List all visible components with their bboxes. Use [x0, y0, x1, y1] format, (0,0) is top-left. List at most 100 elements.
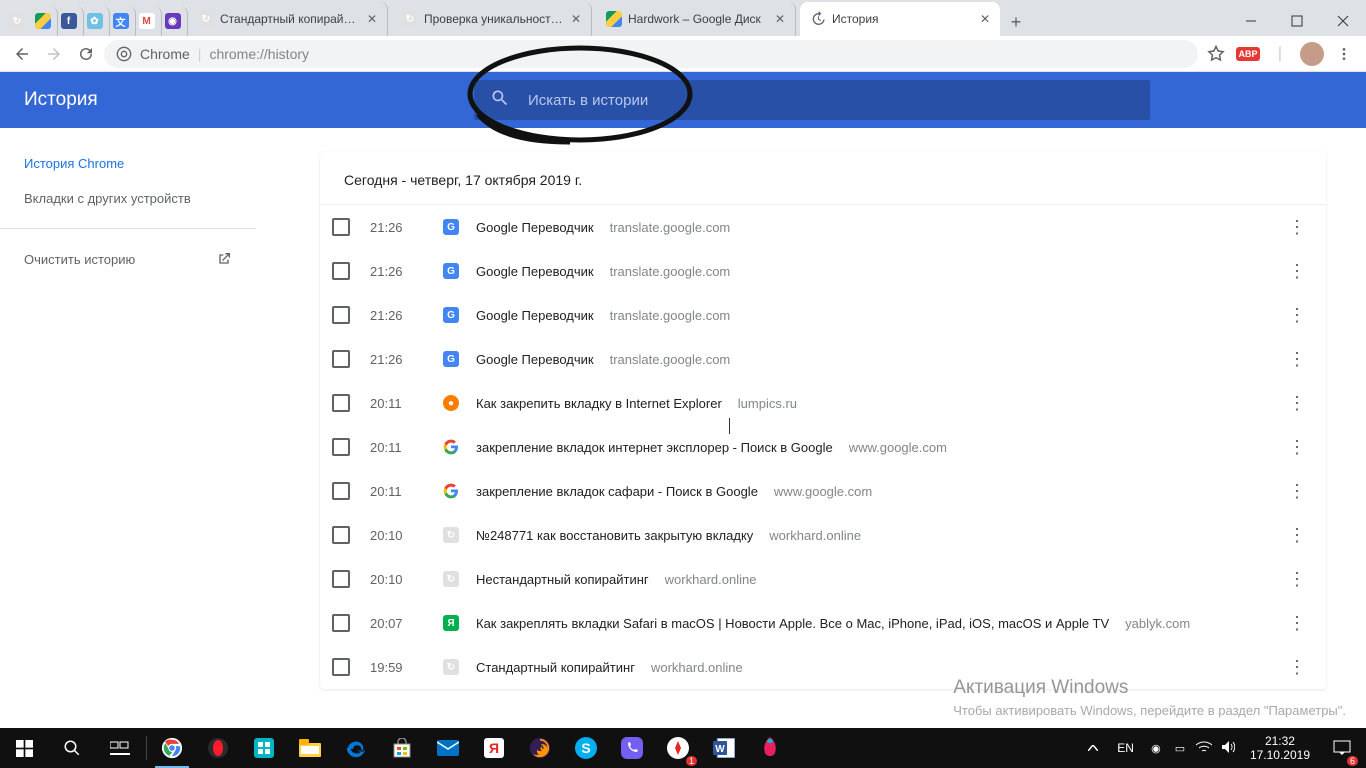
tray-expand-button[interactable]: [1081, 728, 1105, 768]
row-menu-button[interactable]: ⋮: [1284, 261, 1310, 282]
history-row[interactable]: 20:07ЯКак закреплять вкладки Safari в ma…: [320, 601, 1326, 645]
new-tab-button[interactable]: +: [1002, 8, 1030, 36]
history-row[interactable]: 21:26GGoogle Переводчикtranslate.google.…: [320, 337, 1326, 381]
profile-avatar[interactable]: [1298, 40, 1326, 68]
row-title[interactable]: Google Переводчик: [476, 220, 594, 235]
taskbar-yandex-browser[interactable]: 1: [655, 728, 701, 768]
taskbar-msstore[interactable]: [379, 728, 425, 768]
row-title[interactable]: №248771 как восстановить закрытую вкладк…: [476, 528, 753, 543]
browser-tab[interactable]: ↻ Проверка уникальности дл ✕: [392, 2, 592, 36]
taskbar-explorer[interactable]: [287, 728, 333, 768]
row-menu-button[interactable]: ⋮: [1284, 613, 1310, 634]
search-input[interactable]: [528, 92, 1134, 109]
site-favicon: G: [442, 262, 460, 280]
taskbar-search-button[interactable]: [48, 728, 96, 768]
abp-icon[interactable]: ABP: [1234, 40, 1262, 68]
taskbar-paint3d[interactable]: [747, 728, 793, 768]
task-view-button[interactable]: [96, 728, 144, 768]
row-title[interactable]: Как закрепить вкладку в Internet Explore…: [476, 396, 722, 411]
browser-tab[interactable]: ↻ Стандартный копирайтинг ✕: [188, 2, 388, 36]
close-icon[interactable]: ✕: [367, 12, 377, 26]
sidebar-item-tabs-other[interactable]: Вкладки с других устройств: [0, 181, 256, 216]
row-menu-button[interactable]: ⋮: [1284, 217, 1310, 238]
action-center-button[interactable]: 6: [1322, 728, 1362, 768]
row-menu-button[interactable]: ⋮: [1284, 349, 1310, 370]
row-checkbox[interactable]: [332, 614, 350, 632]
chrome-menu-button[interactable]: [1330, 40, 1358, 68]
row-checkbox[interactable]: [332, 350, 350, 368]
row-title[interactable]: Google Переводчик: [476, 264, 594, 279]
taskbar-edge[interactable]: [333, 728, 379, 768]
star-icon[interactable]: [1202, 40, 1230, 68]
browser-tab[interactable]: Hardwork – Google Диск ✕: [596, 2, 796, 36]
start-button[interactable]: [0, 728, 48, 768]
tray-location-icon[interactable]: ◉: [1146, 742, 1166, 755]
row-checkbox[interactable]: [332, 306, 350, 324]
taskbar-opera[interactable]: [195, 728, 241, 768]
back-button[interactable]: [8, 40, 36, 68]
row-checkbox[interactable]: [332, 218, 350, 236]
tray-battery-icon[interactable]: ▭: [1170, 742, 1190, 755]
row-checkbox[interactable]: [332, 394, 350, 412]
history-row[interactable]: 21:26GGoogle Переводчикtranslate.google.…: [320, 205, 1326, 249]
taskbar-skype[interactable]: S: [563, 728, 609, 768]
history-search[interactable]: [474, 80, 1150, 120]
history-row[interactable]: 21:26GGoogle Переводчикtranslate.google.…: [320, 293, 1326, 337]
close-icon[interactable]: ✕: [980, 12, 990, 26]
history-row[interactable]: 21:26GGoogle Переводчикtranslate.google.…: [320, 249, 1326, 293]
row-menu-button[interactable]: ⋮: [1284, 525, 1310, 546]
row-checkbox[interactable]: [332, 570, 350, 588]
row-domain: workhard.online: [769, 528, 1284, 543]
taskbar-firefox[interactable]: [517, 728, 563, 768]
row-menu-button[interactable]: ⋮: [1284, 657, 1310, 678]
row-checkbox[interactable]: [332, 526, 350, 544]
row-checkbox[interactable]: [332, 438, 350, 456]
taskbar-word[interactable]: W: [701, 728, 747, 768]
history-row[interactable]: 20:10↻№248771 как восстановить закрытую …: [320, 513, 1326, 557]
taskbar-mail[interactable]: [425, 728, 471, 768]
forward-button[interactable]: [40, 40, 68, 68]
row-checkbox[interactable]: [332, 482, 350, 500]
history-header: История: [0, 72, 1366, 128]
taskbar-clock[interactable]: 21:32 17.10.2019: [1242, 734, 1318, 763]
history-row[interactable]: 20:10↻Нестандартный копирайтингworkhard.…: [320, 557, 1326, 601]
row-title[interactable]: Google Переводчик: [476, 308, 594, 323]
history-row[interactable]: 20:11●Как закрепить вкладку в Internet E…: [320, 381, 1326, 425]
taskbar-store[interactable]: [241, 728, 287, 768]
browser-tab-active[interactable]: История ✕: [800, 2, 1000, 36]
row-title[interactable]: Как закреплять вкладки Safari в macOS | …: [476, 616, 1109, 631]
tray-wifi-icon[interactable]: [1194, 741, 1214, 756]
taskbar-chrome[interactable]: [149, 728, 195, 768]
maximize-button[interactable]: [1274, 6, 1320, 36]
history-row[interactable]: 20:11закрепление вкладок сафари - Поиск …: [320, 469, 1326, 513]
windows-taskbar: Я S 1 W EN ◉ ▭ 21:32 17.10.2019 6: [0, 728, 1366, 768]
row-title[interactable]: закрепление вкладок сафари - Поиск в Goo…: [476, 484, 758, 499]
sidebar-item-clear-history[interactable]: Очистить историю: [0, 241, 256, 277]
row-title[interactable]: Стандартный копирайтинг: [476, 660, 635, 675]
reload-button[interactable]: [72, 40, 100, 68]
tray-volume-icon[interactable]: [1218, 740, 1238, 757]
taskbar-viber[interactable]: [609, 728, 655, 768]
row-menu-button[interactable]: ⋮: [1284, 393, 1310, 414]
history-row[interactable]: 20:11закрепление вкладок интернет экспло…: [320, 425, 1326, 469]
row-menu-button[interactable]: ⋮: [1284, 437, 1310, 458]
address-bar[interactable]: Chrome | chrome://history: [104, 40, 1198, 68]
row-menu-button[interactable]: ⋮: [1284, 481, 1310, 502]
row-title[interactable]: Нестандартный копирайтинг: [476, 572, 649, 587]
close-icon[interactable]: ✕: [571, 12, 581, 26]
row-checkbox[interactable]: [332, 262, 350, 280]
language-indicator[interactable]: EN: [1109, 741, 1142, 755]
row-title[interactable]: закрепление вкладок интернет эксплорер -…: [476, 440, 833, 455]
row-checkbox[interactable]: [332, 658, 350, 676]
close-icon[interactable]: ✕: [775, 12, 785, 26]
history-row[interactable]: 19:59↻Стандартный копирайтингworkhard.on…: [320, 645, 1326, 689]
sidebar-item-history-chrome[interactable]: История Chrome: [0, 146, 256, 181]
row-title[interactable]: Google Переводчик: [476, 352, 594, 367]
tab-title: История: [832, 12, 974, 26]
taskbar-yandex[interactable]: Я: [471, 728, 517, 768]
row-menu-button[interactable]: ⋮: [1284, 305, 1310, 326]
window-close-button[interactable]: [1320, 6, 1366, 36]
row-menu-button[interactable]: ⋮: [1284, 569, 1310, 590]
minimize-button[interactable]: [1228, 6, 1274, 36]
pinned-tab[interactable]: ◉: [158, 6, 188, 36]
